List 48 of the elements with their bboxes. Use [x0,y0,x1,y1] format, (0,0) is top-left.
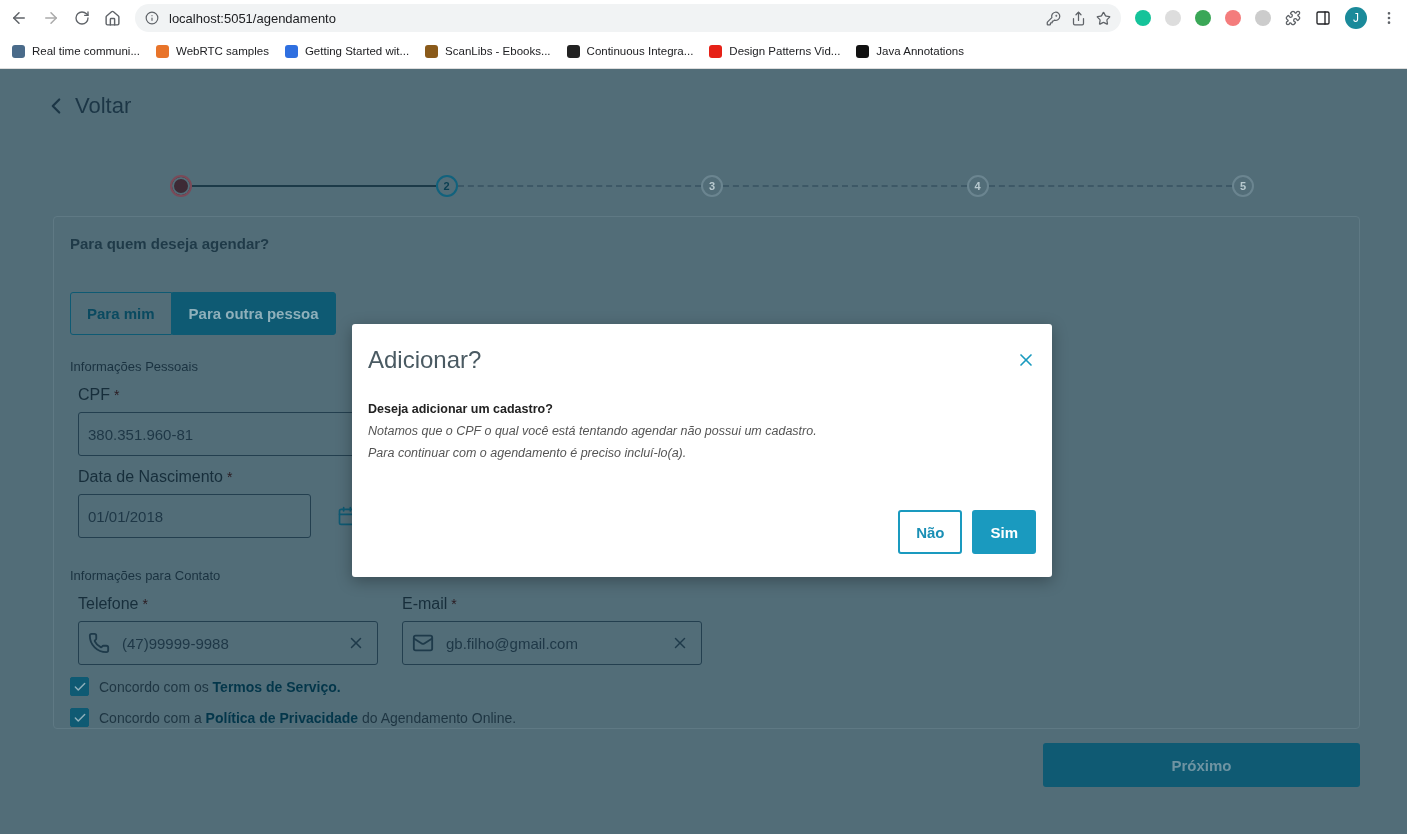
required-mark: * [226,469,233,485]
bookmark[interactable]: Design Patterns Vid... [709,44,841,58]
extension-icon[interactable] [1195,10,1211,26]
agreement-text: Concordo com a Política de Privacidade do Agendamento Online. [99,709,517,726]
reload-icon[interactable] [74,10,90,26]
bookmark[interactable]: Getting Started wit... [284,44,410,58]
step-indicator: 4 [966,175,989,197]
required-mark: * [451,596,457,612]
step-indicator: 5 [1232,175,1254,197]
recipient-tab[interactable]: Para outra pessoa [171,292,336,335]
info-icon[interactable] [145,11,159,25]
back-icon[interactable] [10,9,28,27]
confirm-button[interactable]: Sim [972,510,1036,554]
cancel-button[interactable]: Não [898,510,963,554]
phone-icon [88,632,110,654]
field-label: E-mail * [402,595,457,613]
step-indicator: 2 [435,175,458,197]
extension-icon[interactable] [1225,10,1241,26]
field-label: CPF * [78,386,120,404]
bookmark[interactable]: ScanLibs - Ebooks... [425,44,551,58]
field-label: Data de Nascimento * [78,468,233,486]
profile-avatar[interactable]: J [1345,7,1367,29]
bookmark[interactable]: Java Annotations [856,44,964,58]
star-icon[interactable] [1096,10,1111,26]
section-title: Informações Pessoais [70,359,198,374]
recipient-tab[interactable]: Para mim [70,292,172,335]
side-panel-icon[interactable] [1315,10,1331,26]
section-title: Informações para Contato [70,568,221,583]
home-icon[interactable] [104,9,121,27]
checkbox[interactable] [70,708,89,727]
bookmark[interactable]: Real time communi... [12,44,140,58]
dialog-title: Adicionar? [368,346,482,374]
key-icon[interactable] [1046,10,1061,26]
required-mark: * [142,596,148,612]
bookmark[interactable]: Continuous Integra... [566,44,694,58]
checkbox[interactable] [70,677,89,696]
agreement-link[interactable]: Política de Privacidade [205,709,359,726]
next-button[interactable]: Próximo [1043,743,1360,787]
share-icon[interactable] [1071,10,1086,26]
address-bar[interactable]: localhost:5051/agendamento [135,4,1121,32]
required-mark: * [114,387,120,403]
agreement-text: Concordo com os Termos de Serviço. [99,678,341,695]
extensions-icon[interactable] [1285,10,1301,26]
agreement-link[interactable]: Termos de Serviço. [212,678,341,695]
bookmark[interactable]: WebRTC samples [156,44,269,58]
step-indicator: 3 [701,175,723,197]
mail-icon [412,632,434,654]
field-label: Telefone * [78,595,148,613]
